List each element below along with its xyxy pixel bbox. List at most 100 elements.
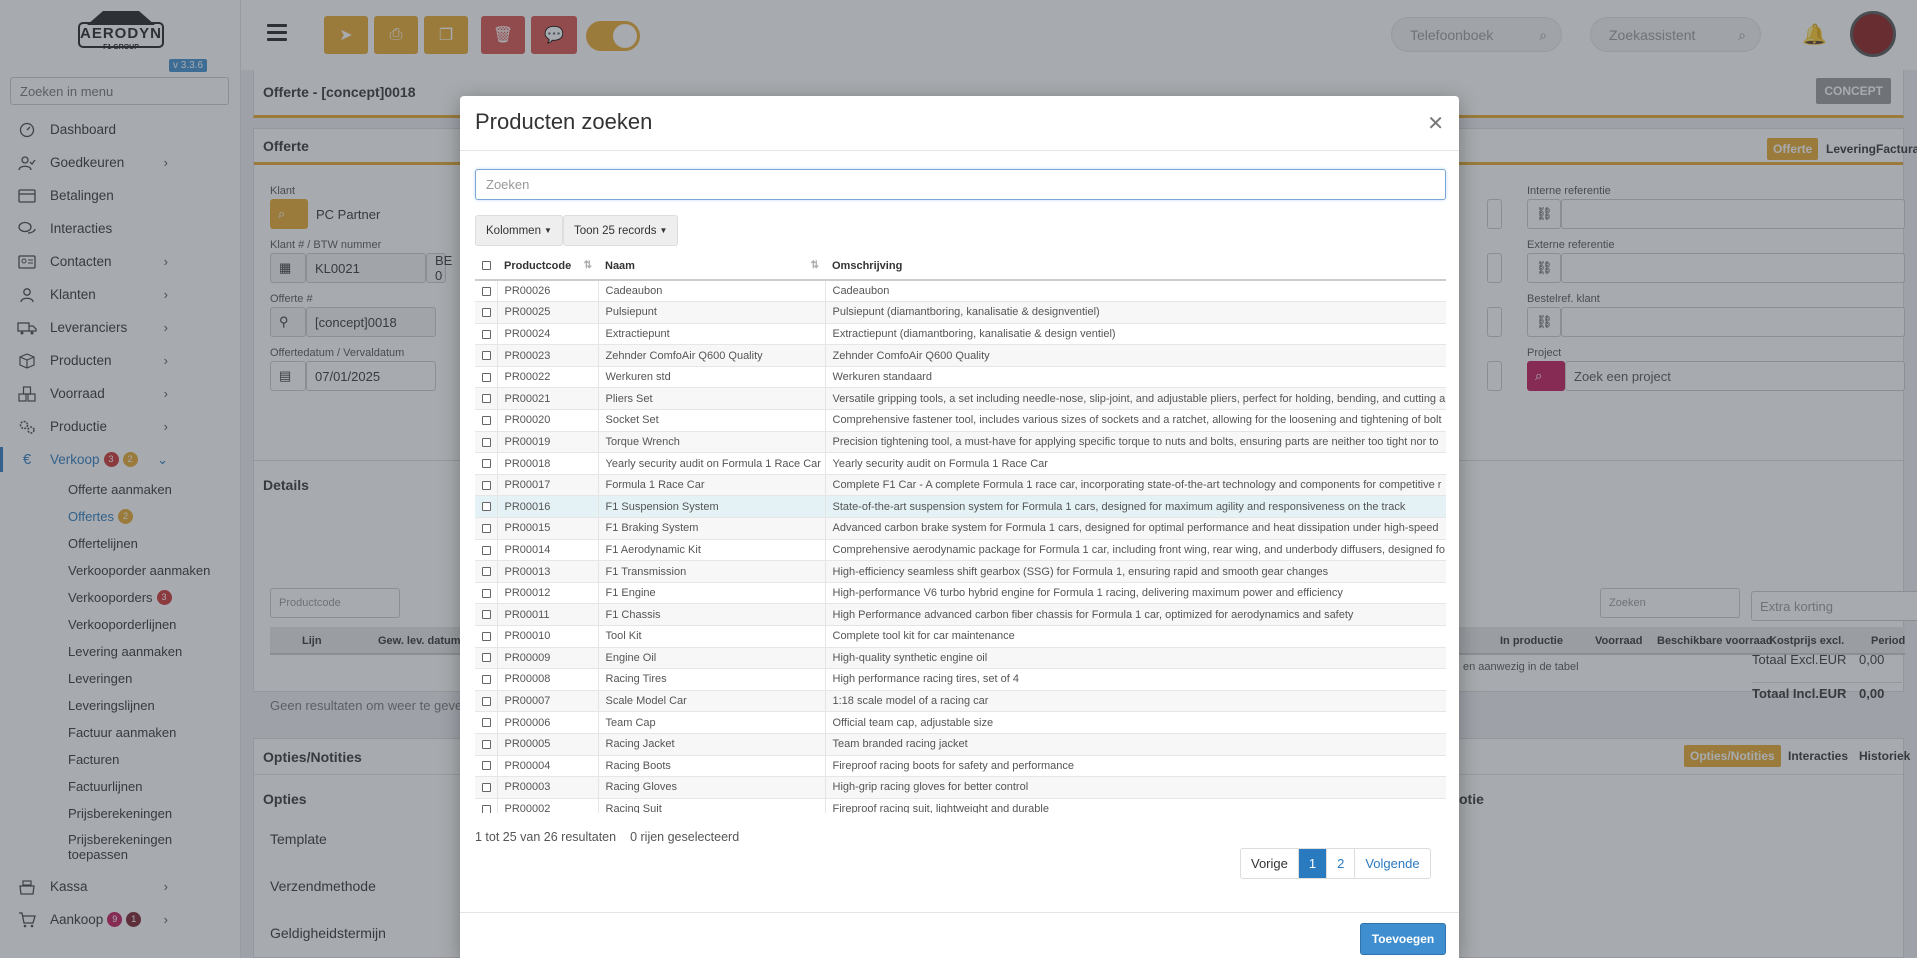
checkbox[interactable] <box>482 545 491 555</box>
table-row[interactable]: PR00018 Yearly security audit on Formula … <box>475 452 1446 475</box>
prev-page-button[interactable]: Vorige <box>1241 849 1298 878</box>
add-button[interactable]: Toevoegen <box>1360 923 1446 955</box>
checkbox[interactable] <box>482 804 491 813</box>
divider <box>460 150 1459 151</box>
app: AERODYN F1 GROUP v 3.3.6 Dashboard Goedk… <box>0 0 1917 958</box>
page-size-dropdown[interactable]: Toon 25 records ▼ <box>563 215 679 246</box>
row-select-cell[interactable] <box>475 323 497 345</box>
table-row[interactable]: PR00003 Racing Gloves High-grip racing glo… <box>475 776 1446 799</box>
table-row[interactable]: PR00023 Zehnder ComfoAir Q600 Quality Zehn… <box>475 344 1446 367</box>
select-all-checkbox[interactable] <box>475 252 497 281</box>
table-row[interactable]: PR00016 F1 Suspension System State-of-the-… <box>475 495 1446 518</box>
table-row[interactable]: PR00015 F1 Braking System Advanced carbon … <box>475 517 1446 540</box>
table-row[interactable]: PR00026 Cadeaubon Cadeaubon <box>475 280 1446 302</box>
row-select-cell[interactable] <box>475 388 497 410</box>
page-1-button[interactable]: 1 <box>1297 849 1327 878</box>
row-select-cell[interactable] <box>475 755 497 777</box>
checkbox[interactable] <box>482 415 491 425</box>
table-row[interactable]: PR00022 Werkuren std Werkuren standaard <box>475 366 1446 388</box>
row-select-cell[interactable] <box>475 712 497 734</box>
table-row[interactable]: PR00014 F1 Aerodynamic Kit Comprehensive a… <box>475 539 1446 561</box>
product-search-input[interactable]: Zoeken <box>475 169 1446 200</box>
table-row[interactable]: PR00017 Formula 1 Race Car Complete F1 Car… <box>475 474 1446 496</box>
checkbox[interactable] <box>482 610 491 620</box>
checkbox[interactable] <box>482 372 491 382</box>
row-select-cell[interactable] <box>475 626 497 648</box>
row-select-cell[interactable] <box>475 669 497 691</box>
sort-icon[interactable]: ⇅ <box>811 260 819 271</box>
row-select-cell[interactable] <box>475 366 497 388</box>
checkbox[interactable] <box>482 653 491 663</box>
checkbox[interactable] <box>482 523 491 533</box>
col-naam[interactable]: Naam ⇅ <box>598 252 825 281</box>
checkbox[interactable] <box>482 567 491 577</box>
row-select-cell[interactable] <box>475 496 497 518</box>
checkbox[interactable] <box>482 261 491 271</box>
table-row[interactable]: PR00012 F1 Engine High-performance V6 turb… <box>475 582 1446 604</box>
row-select-cell[interactable] <box>475 604 497 626</box>
checkbox[interactable] <box>482 761 491 771</box>
table-row[interactable]: PR00025 Pulsiepunt Pulsiepunt (diamantbori… <box>475 301 1446 324</box>
checkbox[interactable] <box>482 718 491 728</box>
naam-cell: F1 Braking System <box>597 517 825 540</box>
checkbox[interactable] <box>482 739 491 749</box>
checkbox[interactable] <box>482 329 491 339</box>
next-page-button[interactable]: Volgende <box>1354 849 1429 878</box>
col-omschrijving[interactable]: Omschrijving <box>825 252 1446 281</box>
table-row[interactable]: PR00004 Racing Boots Fireproof racing boot… <box>475 755 1446 777</box>
table-row[interactable]: PR00011 F1 Chassis High Performance advanc… <box>475 603 1446 626</box>
table-row[interactable]: PR00006 Team Cap Official team cap, adjust… <box>475 711 1446 734</box>
omschrijving-cell: 1:18 scale model of a racing car <box>824 690 1446 712</box>
checkbox[interactable] <box>482 502 491 512</box>
row-select-cell[interactable] <box>475 345 497 367</box>
table-row[interactable]: PR00002 Racing Suit Fireproof racing suit,… <box>475 798 1446 813</box>
row-select-cell[interactable] <box>475 733 497 755</box>
row-select-cell[interactable] <box>475 777 497 799</box>
columns-dropdown[interactable]: Kolommen ▼ <box>475 215 563 246</box>
table-row[interactable]: PR00021 Pliers Set Versatile gripping tool… <box>475 387 1446 410</box>
page-2-button[interactable]: 2 <box>1326 849 1354 878</box>
table-row[interactable]: PR00013 F1 Transmission High-efficiency se… <box>475 560 1446 583</box>
row-select-cell[interactable] <box>475 582 497 604</box>
row-select-cell[interactable] <box>475 539 497 561</box>
col-productcode[interactable]: Productcode ⇅ <box>497 252 598 281</box>
productcode-cell: PR00009 <box>496 647 598 669</box>
table-row[interactable]: PR00009 Engine Oil High-quality synthetic … <box>475 647 1446 669</box>
productcode-cell: PR00002 <box>496 798 598 813</box>
omschrijving-cell: Complete tool kit for car maintenance <box>824 625 1446 648</box>
close-icon[interactable]: ✕ <box>1427 111 1444 136</box>
checkbox[interactable] <box>482 675 491 685</box>
productcode-cell: PR00026 <box>496 280 598 302</box>
row-select-cell[interactable] <box>475 518 497 540</box>
table-row[interactable]: PR00008 Racing Tires High performance raci… <box>475 668 1446 691</box>
row-select-cell[interactable] <box>475 280 497 302</box>
checkbox[interactable] <box>482 783 491 793</box>
table-row[interactable]: PR00019 Torque Wrench Precision tightening… <box>475 431 1446 453</box>
row-select-cell[interactable] <box>475 798 497 813</box>
checkbox[interactable] <box>482 394 491 404</box>
row-select-cell[interactable] <box>475 690 497 712</box>
row-select-cell[interactable] <box>475 453 497 475</box>
checkbox[interactable] <box>482 588 491 598</box>
table-row[interactable]: PR00024 Extractiepunt Extractiepunt (diama… <box>475 323 1446 345</box>
row-select-cell[interactable] <box>475 561 497 583</box>
checkbox[interactable] <box>482 351 491 361</box>
sort-icon[interactable]: ⇅ <box>584 260 592 271</box>
row-select-cell[interactable] <box>475 647 497 669</box>
checkbox[interactable] <box>482 459 491 469</box>
checkbox[interactable] <box>482 286 491 296</box>
checkbox[interactable] <box>482 480 491 490</box>
row-select-cell[interactable] <box>475 302 497 324</box>
table-row[interactable]: PR00005 Racing Jacket Team branded racing … <box>475 733 1446 756</box>
checkbox[interactable] <box>482 631 491 641</box>
caret-down-icon: ▼ <box>659 226 668 235</box>
row-select-cell[interactable] <box>475 431 497 453</box>
table-row[interactable]: PR00010 Tool Kit Complete tool kit for car… <box>475 625 1446 648</box>
table-row[interactable]: PR00007 Scale Model Car 1:18 scale model o… <box>475 690 1446 712</box>
table-row[interactable]: PR00020 Socket Set Comprehensive fastener … <box>475 409 1446 432</box>
checkbox[interactable] <box>482 696 491 706</box>
row-select-cell[interactable] <box>475 474 497 496</box>
checkbox[interactable] <box>482 307 491 317</box>
checkbox[interactable] <box>482 437 491 447</box>
row-select-cell[interactable] <box>475 410 497 432</box>
